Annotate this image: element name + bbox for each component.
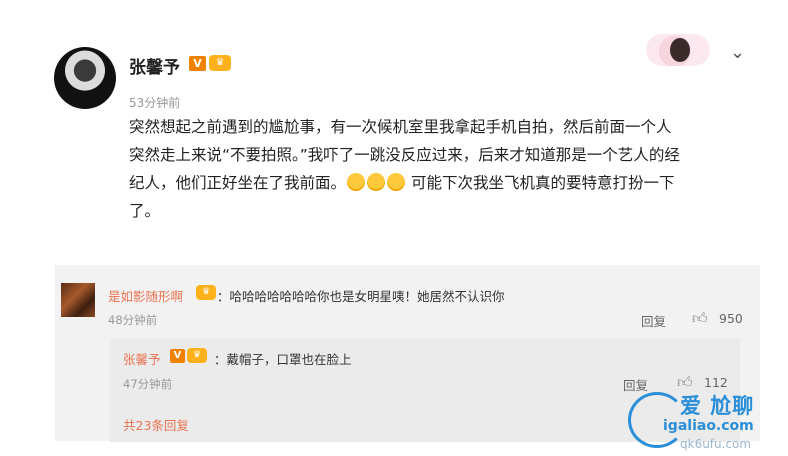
comment-text: ：哈哈哈哈哈哈哈你也是女明星咦！她居然不认识你 [217,289,505,304]
crown-icon: ♛ [209,55,231,71]
card-decoration-face-icon [670,38,690,62]
reply-text: ：戴帽子，口罩也在脸上 [214,352,352,367]
post-author-name[interactable]: 张馨予 [129,53,180,78]
verified-badge: V [170,349,185,363]
watermark-url-secondary: qk6ufu.com [680,437,752,451]
post-content: 突然想起之前遇到的尴尬事，有一次候机室里我拿起手机自拍，然后前面一个人 突然走上… [129,113,769,225]
watermark-title: 爱 尬聊 [680,394,755,418]
post-line-3: 纪人，他们正好坐在了我前面。 可能下次我坐飞机真的要特意打扮一下 [129,169,769,197]
author-avatar[interactable] [54,47,116,109]
sweat-smile-emoji-icon [347,173,366,191]
crown-icon: ♛ [187,348,207,363]
post-line: 突然走上来说“不要拍照。”我吓了一跳没反应过来，后来才知道那是一个艺人的经 [129,146,680,164]
post-time[interactable]: 53分钟前 [129,94,180,111]
watermark-url: igaliao.com [663,418,754,434]
reply-author-name[interactable]: 张馨予 [123,349,161,368]
chevron-down-icon[interactable]: ⌄ [730,42,745,63]
reply-time: 47分钟前 [123,377,173,391]
comment-reply-button[interactable]: 回复 [641,311,666,330]
reply-like-count: 112 [704,375,728,390]
commenter-name[interactable]: 是如影随形啊 [108,286,183,305]
comment-time: 48分钟前 [108,313,158,327]
post-line-text: 可能下次我坐飞机真的要特意打扮一下 [410,174,675,192]
thumbs-up-icon[interactable]: 👍︎ [692,309,708,328]
comment-like-count: 950 [719,311,743,326]
post-line: 了。 [129,202,161,220]
sweat-smile-emoji-icon [387,173,406,191]
reply-reply-button[interactable]: 回复 [623,375,648,394]
verified-badge: V [189,56,206,71]
commenter-avatar[interactable] [61,283,95,317]
crown-icon: ♛ [196,285,216,300]
sweat-smile-emoji-icon [367,173,386,191]
post-line-text: 纪人，他们正好坐在了我前面。 [129,174,347,192]
post-line: 突然想起之前遇到的尴尬事，有一次候机室里我拿起手机自拍，然后前面一个人 [129,118,672,136]
view-all-replies-link[interactable]: 共23条回复 [123,415,189,434]
